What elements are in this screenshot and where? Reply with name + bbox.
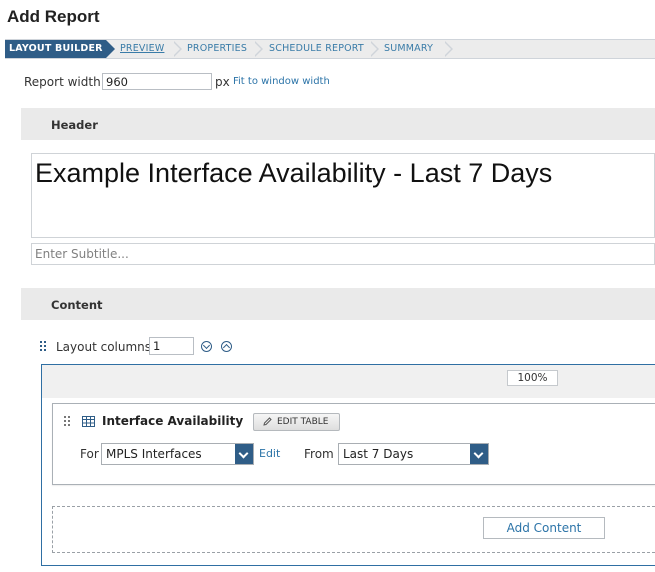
for-select-value: MPLS Interfaces — [106, 447, 202, 461]
step-separator-icon — [444, 41, 456, 57]
add-content-button[interactable]: Add Content — [483, 517, 605, 539]
step-layout-builder[interactable]: LAYOUT BUILDER — [5, 40, 115, 58]
wizard-steps: LAYOUT BUILDER PREVIEW PROPERTIES SCHEDU… — [5, 39, 655, 59]
chevron-down-icon — [235, 444, 253, 464]
step-summary[interactable]: SUMMARY — [384, 40, 433, 58]
header-section-label: Header — [51, 118, 98, 132]
report-width-input[interactable] — [102, 73, 212, 90]
layout-columns-label: Layout columns — [56, 340, 152, 354]
page-title: Add Report — [7, 7, 100, 26]
fit-to-window-link[interactable]: Fit to window width — [233, 76, 330, 87]
step-preview[interactable]: PREVIEW — [120, 40, 164, 58]
report-title-text: Example Interface Availability - Last 7 … — [35, 158, 553, 188]
header-section-bar: Header — [21, 108, 655, 140]
content-section-bar: Content — [21, 288, 655, 320]
pencil-icon — [263, 417, 272, 426]
step-separator-icon — [173, 41, 185, 57]
step-properties[interactable]: PROPERTIES — [187, 40, 247, 58]
resource-title: Interface Availability — [102, 414, 244, 428]
step-separator-icon — [254, 41, 266, 57]
edit-table-button[interactable]: EDIT TABLE — [253, 413, 340, 431]
report-width-unit: px — [215, 75, 230, 89]
decrease-columns-icon[interactable] — [201, 341, 212, 352]
step-separator-icon — [370, 41, 382, 57]
edit-for-link[interactable]: Edit — [259, 447, 280, 460]
for-label: For — [80, 447, 99, 461]
for-select[interactable]: MPLS Interfaces — [101, 443, 254, 465]
drag-handle-icon[interactable] — [40, 341, 47, 352]
resource-drag-handle-icon[interactable] — [64, 416, 71, 427]
from-select[interactable]: Last 7 Days — [338, 443, 489, 465]
edit-table-label: EDIT TABLE — [277, 417, 329, 427]
table-icon — [82, 416, 95, 427]
layout-columns-input[interactable] — [149, 337, 194, 355]
column-width-field[interactable]: 100% — [507, 370, 558, 386]
from-select-value: Last 7 Days — [343, 447, 414, 461]
step-schedule-report[interactable]: SCHEDULE REPORT — [269, 40, 364, 58]
subtitle-input[interactable] — [31, 243, 655, 265]
content-section-label: Content — [51, 298, 103, 312]
chevron-down-icon — [470, 444, 488, 464]
column-header-bar — [42, 365, 655, 398]
increase-columns-icon[interactable] — [221, 341, 232, 352]
report-width-label: Report width — [24, 75, 101, 89]
from-label: From — [304, 447, 334, 461]
